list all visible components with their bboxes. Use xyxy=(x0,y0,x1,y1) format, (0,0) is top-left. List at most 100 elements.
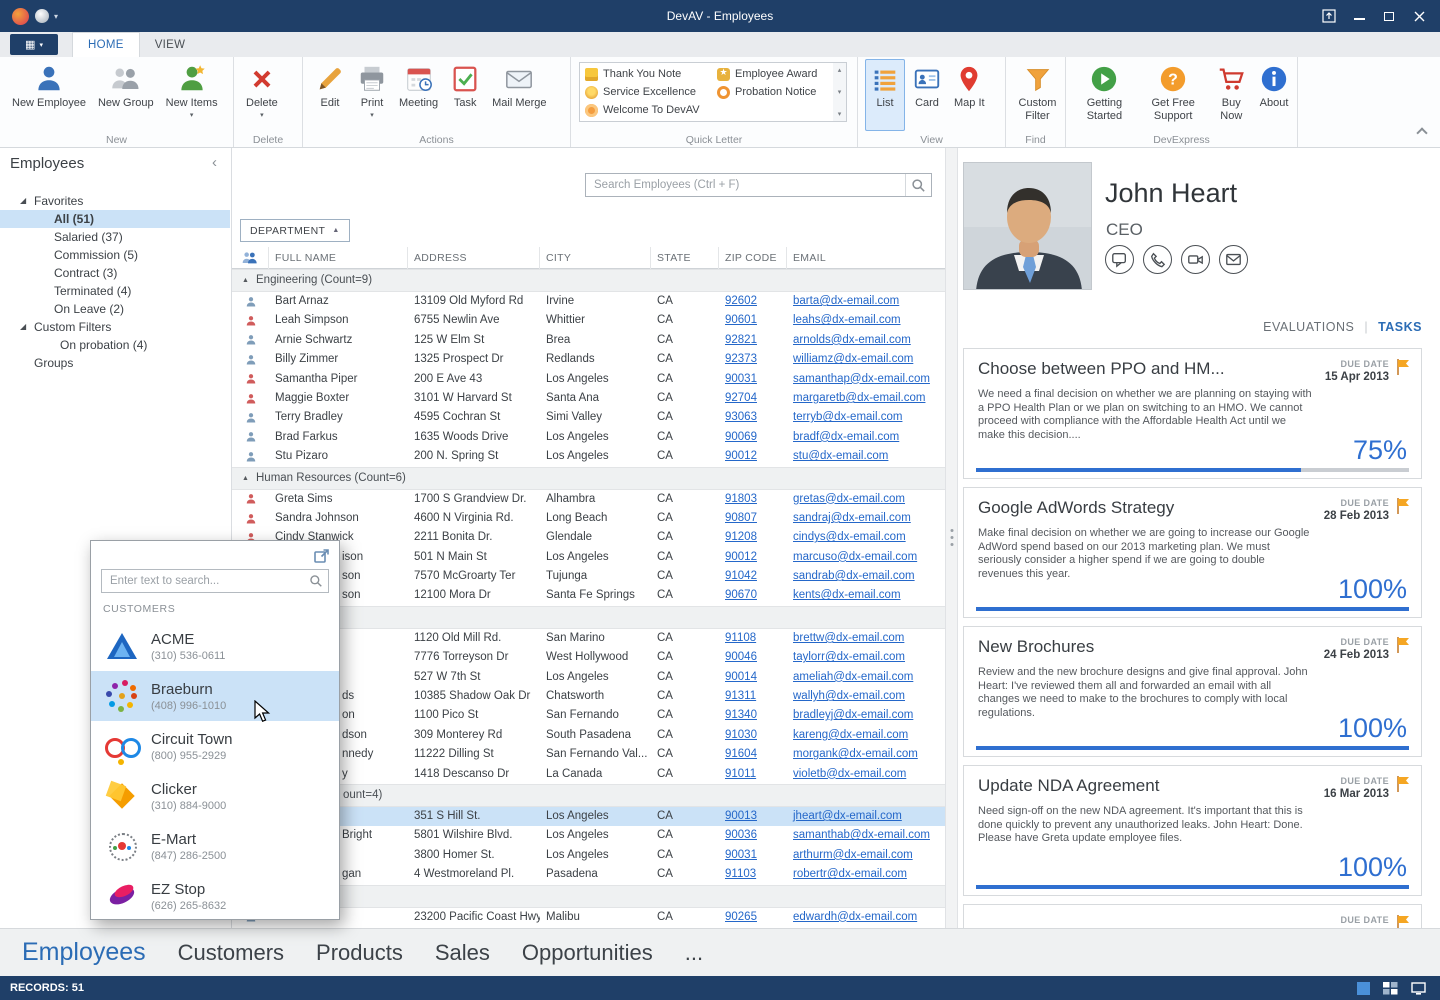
new-employee-button[interactable]: New Employee xyxy=(7,59,91,131)
sidebar-item[interactable]: All (51) xyxy=(0,210,230,228)
app-menu-button[interactable]: ▦▾ xyxy=(10,34,58,55)
column-header-full-name[interactable]: FULL NAME xyxy=(269,247,408,269)
column-header-person-icon[interactable] xyxy=(232,247,269,269)
email-link[interactable]: brettw@dx-email.com xyxy=(787,629,945,648)
column-header-city[interactable]: CITY xyxy=(540,247,651,269)
zip-link[interactable]: 91011 xyxy=(719,765,787,784)
chat-button[interactable] xyxy=(1105,245,1134,274)
ribbon-display-options-button[interactable] xyxy=(1314,3,1344,29)
sidebar-item[interactable]: On Leave (2) xyxy=(0,300,230,318)
sidebar-collapse-icon[interactable]: ‹ xyxy=(212,154,217,171)
new-items-button[interactable]: New Items ▾ xyxy=(161,59,223,131)
about-button[interactable]: About xyxy=(1254,59,1294,131)
email-link[interactable]: barta@dx-email.com xyxy=(787,292,945,311)
sidebar-item[interactable]: Terminated (4) xyxy=(0,282,230,300)
quick-letter-item[interactable]: Thank You Note xyxy=(585,65,717,83)
tab-home[interactable]: HOME xyxy=(72,32,140,57)
table-row[interactable]: Terry Bradley 4595 Cochran St Simi Valle… xyxy=(232,408,945,427)
zip-link[interactable]: 91311 xyxy=(719,687,787,706)
getting-started-button[interactable]: Getting Started xyxy=(1073,59,1136,131)
zip-link[interactable]: 91340 xyxy=(719,706,787,725)
task-card[interactable]: Update NDA Agreement DUE DATE 16 Mar 201… xyxy=(963,765,1422,896)
email-link[interactable]: terryb@dx-email.com xyxy=(787,408,945,427)
maximize-button[interactable] xyxy=(1374,3,1404,29)
meeting-button[interactable]: Meeting xyxy=(394,59,443,131)
mail-merge-button[interactable]: Mail Merge xyxy=(487,59,551,131)
zip-link[interactable]: 92704 xyxy=(719,389,787,408)
status-blue-tile-icon[interactable] xyxy=(1357,982,1370,995)
search-input[interactable] xyxy=(586,174,905,196)
popup-search-input[interactable] xyxy=(102,570,304,592)
zip-link[interactable]: 90012 xyxy=(719,548,787,567)
search-icon[interactable] xyxy=(304,570,328,592)
customer-item[interactable]: E-Mart (847) 286-2500 xyxy=(91,821,339,871)
panel-splitter[interactable] xyxy=(945,148,958,928)
scroll-up-icon[interactable]: ▴ xyxy=(838,66,842,74)
call-button[interactable] xyxy=(1143,245,1172,274)
tab-tasks[interactable]: TASKS xyxy=(1378,320,1422,334)
customer-item[interactable]: Clicker (310) 884-9000 xyxy=(91,771,339,821)
zip-link[interactable]: 90601 xyxy=(719,311,787,330)
email-link[interactable]: taylorr@dx-email.com xyxy=(787,648,945,667)
card-view-button[interactable]: Card xyxy=(907,59,947,131)
zip-link[interactable]: 90013 xyxy=(719,807,787,826)
nav-item[interactable]: Products xyxy=(316,940,403,966)
email-link[interactable]: sandrab@dx-email.com xyxy=(787,567,945,586)
sidebar-item[interactable]: Groups xyxy=(0,354,230,372)
task-card[interactable]: New Brochures DUE DATE 24 Feb 2013 Revie… xyxy=(963,626,1422,757)
email-link[interactable]: bradf@dx-email.com xyxy=(787,428,945,447)
zip-link[interactable]: 90031 xyxy=(719,370,787,389)
app-logo-icon[interactable] xyxy=(12,8,29,25)
task-button[interactable]: Task xyxy=(445,59,485,131)
sidebar-item[interactable]: ◢ Custom Filters xyxy=(0,318,230,336)
video-call-button[interactable] xyxy=(1181,245,1210,274)
sidebar-item[interactable]: Salaried (37) xyxy=(0,228,230,246)
email-link[interactable]: williamz@dx-email.com xyxy=(787,350,945,369)
column-header-state[interactable]: STATE xyxy=(651,247,719,269)
table-row[interactable]: Arnie Schwartz 125 W Elm St Brea CA 9282… xyxy=(232,331,945,350)
email-link[interactable]: jheart@dx-email.com xyxy=(787,807,945,826)
zip-link[interactable]: 90069 xyxy=(719,428,787,447)
nav-item[interactable]: Sales xyxy=(435,940,490,966)
delete-button[interactable]: Delete ▾ xyxy=(241,59,283,131)
email-link[interactable]: sandraj@dx-email.com xyxy=(787,509,945,528)
zip-link[interactable]: 91208 xyxy=(719,528,787,547)
list-view-button[interactable]: List xyxy=(865,59,905,131)
zip-link[interactable]: 91042 xyxy=(719,567,787,586)
table-row[interactable]: Brad Farkus 1635 Woods Drive Los Angeles… xyxy=(232,428,945,447)
buy-now-button[interactable]: Buy Now xyxy=(1211,59,1252,131)
sidebar-item[interactable]: On probation (4) xyxy=(0,336,230,354)
table-row[interactable]: Greta Sims 1700 S Grandview Dr. Alhambra… xyxy=(232,490,945,509)
zip-link[interactable]: 91604 xyxy=(719,745,787,764)
sidebar-item[interactable]: Contract (3) xyxy=(0,264,230,282)
sidebar-item[interactable]: Commission (5) xyxy=(0,246,230,264)
status-grid-view-icon[interactable] xyxy=(1383,982,1398,995)
zip-link[interactable]: 91103 xyxy=(719,865,787,884)
tab-view[interactable]: VIEW xyxy=(140,32,201,57)
quick-letter-item[interactable]: Welcome To DevAV xyxy=(585,101,717,119)
customer-item[interactable]: ACME (310) 536-0611 xyxy=(91,621,339,671)
table-row[interactable]: Billy Zimmer 1325 Prospect Dr Redlands C… xyxy=(232,350,945,369)
zip-link[interactable]: 92602 xyxy=(719,292,787,311)
email-link[interactable]: morgank@dx-email.com xyxy=(787,745,945,764)
nav-item[interactable]: ... xyxy=(685,940,703,966)
email-link[interactable]: edwardh@dx-email.com xyxy=(787,908,945,927)
zip-link[interactable]: 90670 xyxy=(719,586,787,605)
zip-link[interactable]: 91108 xyxy=(719,629,787,648)
zip-link[interactable]: 90012 xyxy=(719,447,787,466)
email-link[interactable]: samanthap@dx-email.com xyxy=(787,370,945,389)
gallery-dropdown-icon[interactable]: ▾ xyxy=(838,110,842,118)
task-card[interactable]: Choose between PPO and HM... DUE DATE 15… xyxy=(963,348,1422,479)
column-header-email[interactable]: EMAIL xyxy=(787,247,945,269)
nav-item[interactable]: Employees xyxy=(22,938,146,967)
customer-item[interactable]: Braeburn (408) 996-1010 xyxy=(91,671,339,721)
quick-access-icon[interactable] xyxy=(35,9,49,23)
task-card[interactable]: Google AdWords Strategy DUE DATE 28 Feb … xyxy=(963,487,1422,618)
table-row[interactable]: Maggie Boxter 3101 W Harvard St Santa An… xyxy=(232,389,945,408)
email-button[interactable] xyxy=(1219,245,1248,274)
email-link[interactable]: leahs@dx-email.com xyxy=(787,311,945,330)
search-icon[interactable] xyxy=(905,174,931,196)
zip-link[interactable]: 90807 xyxy=(719,509,787,528)
email-link[interactable]: ameliah@dx-email.com xyxy=(787,668,945,687)
table-row[interactable]: Samantha Piper 200 E Ave 43 Los Angeles … xyxy=(232,370,945,389)
